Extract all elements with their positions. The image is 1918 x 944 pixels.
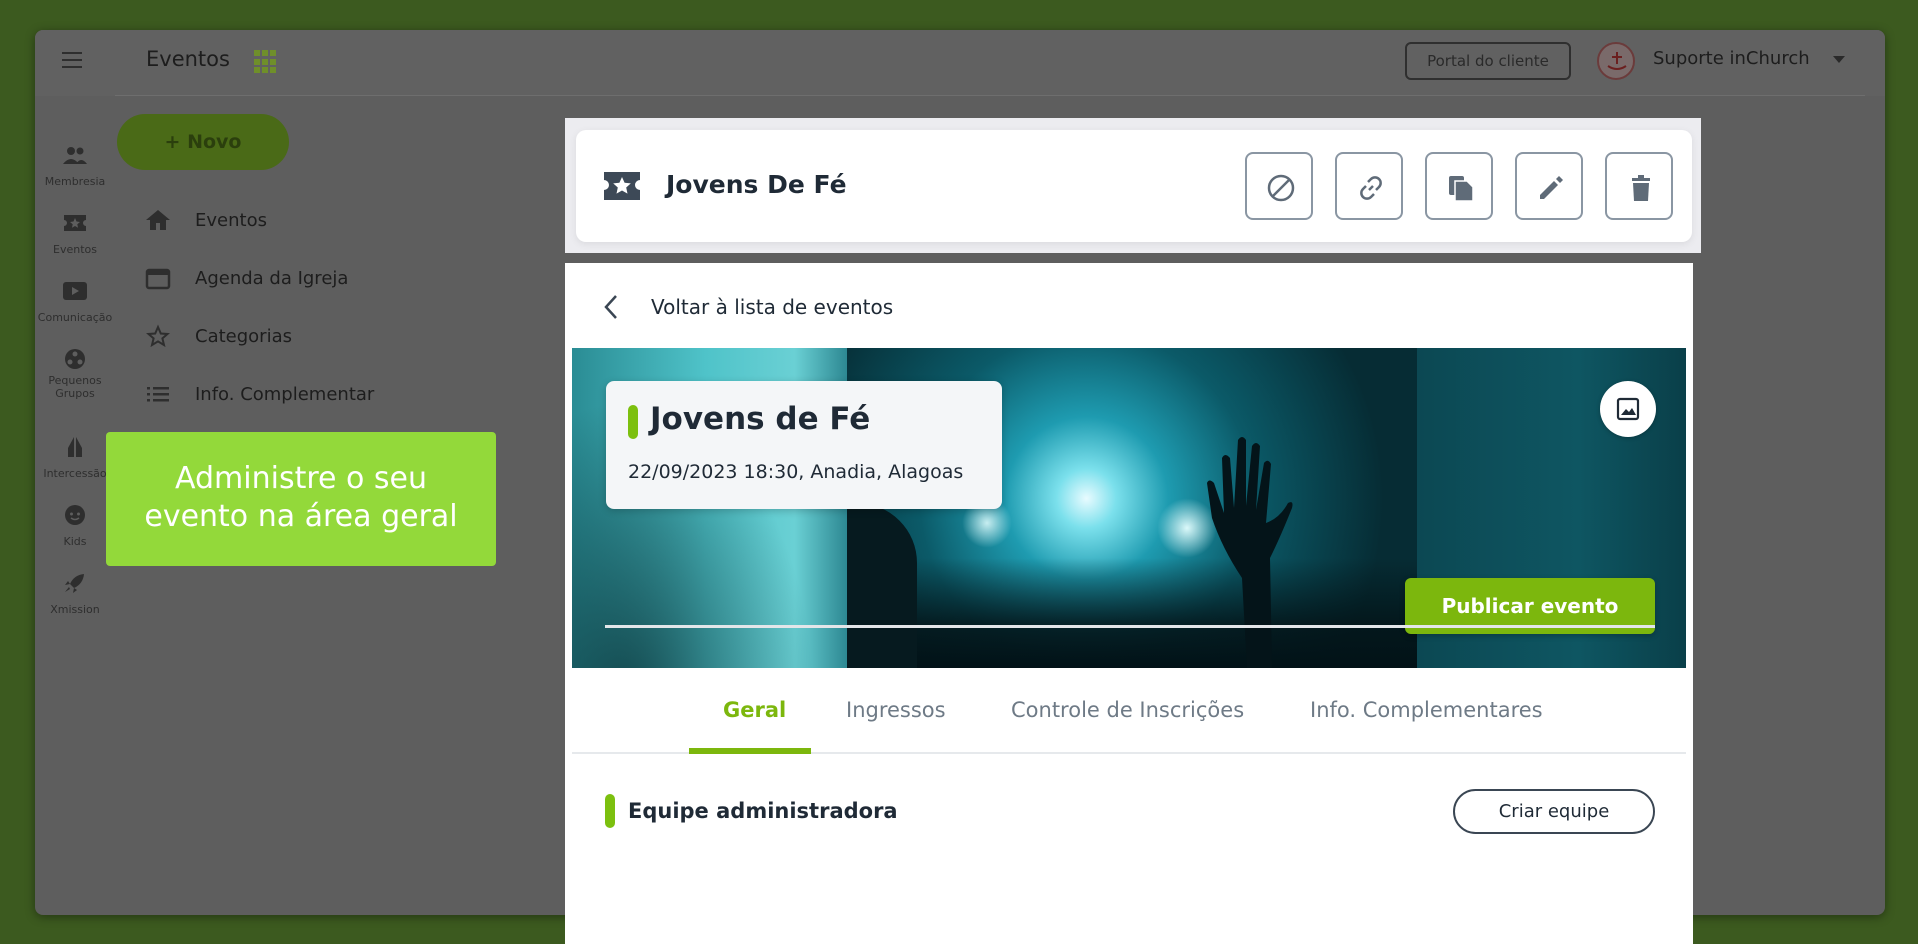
copy-button[interactable] — [1425, 152, 1493, 220]
sidebar-item-categorias[interactable]: Categorias — [145, 314, 445, 372]
event-detail-panel: Voltar à lista de eventos Jovens de Fé 2… — [565, 263, 1693, 944]
accent-bar — [628, 405, 638, 439]
rail-item-xmission[interactable]: Xmission — [35, 572, 115, 617]
tab-geral[interactable]: Geral — [723, 698, 786, 722]
admin-team-section: Equipe administradora Criar equipe — [572, 754, 1686, 864]
ticket-icon — [64, 215, 86, 231]
rail-item-eventos[interactable]: Eventos — [35, 212, 115, 257]
home-icon — [146, 210, 170, 230]
copy-icon — [1449, 176, 1474, 202]
delete-button[interactable] — [1605, 152, 1673, 220]
divider — [115, 95, 1865, 96]
event-name: Jovens De Fé — [666, 170, 847, 199]
chevron-down-icon[interactable] — [1833, 56, 1845, 63]
icon-rail: Membresia Eventos Comunicação Pequenos G… — [35, 96, 115, 915]
chevron-left-icon[interactable] — [602, 294, 620, 320]
org-avatar[interactable] — [1597, 42, 1635, 80]
kid-face-icon — [65, 505, 85, 525]
calendar-icon — [145, 268, 171, 290]
rail-label: Membresia — [44, 175, 106, 188]
event-banner: Jovens de Fé 22/09/2023 18:30, Anadia, A… — [572, 348, 1686, 668]
top-bar: Eventos Portal do cliente Suporte inChur… — [35, 30, 1885, 96]
event-detail-content: Voltar à lista de eventos Jovens de Fé 2… — [572, 263, 1686, 944]
star-icon — [146, 324, 170, 348]
sidebar-item-label: Agenda da Igreja — [195, 268, 349, 289]
raised-hand-silhouette — [1207, 437, 1293, 668]
section-title: Equipe administradora — [628, 799, 898, 823]
event-date-location: 22/09/2023 18:30, Anadia, Alagoas — [628, 461, 964, 483]
onboarding-tooltip: Administre o seu evento na área geral — [106, 432, 496, 566]
sidebar-item-label: Eventos — [195, 210, 267, 231]
accent-bar — [605, 794, 615, 828]
rail-label: Comunicação — [37, 311, 113, 324]
back-row: Voltar à lista de eventos — [572, 263, 1686, 348]
crowd-silhouette — [847, 558, 1417, 668]
video-icon — [63, 282, 87, 300]
image-icon — [1616, 397, 1640, 421]
event-title: Jovens de Fé — [650, 401, 871, 437]
event-header-card: Jovens De Fé — [576, 130, 1692, 242]
rail-item-pequenos-grupos[interactable]: Pequenos Grupos — [35, 348, 115, 400]
sidebar-item-info-complementar[interactable]: Info. Complementar — [145, 372, 445, 430]
event-tabs: Geral Ingressos Controle de Inscrições I… — [572, 668, 1686, 754]
sidebar-item-label: Categorias — [195, 326, 292, 347]
link-icon — [1360, 176, 1382, 200]
tooltip-line: evento na área geral — [144, 499, 458, 534]
sidebar-item-agenda[interactable]: Agenda da Igreja — [145, 256, 445, 314]
church-logo-icon — [1607, 52, 1627, 70]
portal-button[interactable]: Portal do cliente — [1405, 42, 1571, 80]
edit-button[interactable] — [1515, 152, 1583, 220]
back-link[interactable]: Voltar à lista de eventos — [651, 295, 893, 319]
ticket-icon — [604, 172, 640, 200]
groups-icon — [65, 349, 85, 369]
disable-icon — [1267, 174, 1295, 202]
app-title: Eventos — [146, 47, 230, 71]
new-button[interactable]: + Novo — [117, 114, 289, 170]
sidebar-nav: Eventos Agenda da Igreja Categorias Info… — [145, 198, 445, 430]
event-title-card: Jovens de Fé 22/09/2023 18:30, Anadia, A… — [606, 381, 1002, 509]
sidebar-item-eventos[interactable]: Eventos — [145, 198, 445, 256]
rail-label: Eventos — [53, 243, 97, 256]
rail-label: Kids — [63, 535, 87, 548]
rail-label: Pequenos Grupos — [48, 374, 102, 400]
members-icon — [63, 147, 87, 164]
list-icon — [147, 387, 169, 402]
disable-button[interactable] — [1245, 152, 1313, 220]
sidebar-item-label: Info. Complementar — [195, 384, 375, 405]
menu-icon[interactable] — [62, 52, 82, 68]
rail-item-comunicacao[interactable]: Comunicação — [35, 280, 115, 325]
rail-item-kids[interactable]: Kids — [35, 504, 115, 549]
rail-item-membresia[interactable]: Membresia — [35, 144, 115, 189]
tab-ingressos[interactable]: Ingressos — [846, 698, 946, 722]
tooltip-line: Administre o seu — [175, 461, 427, 496]
rail-item-intercessao[interactable]: Intercessão — [35, 436, 115, 481]
rail-label: Intercessão — [43, 467, 107, 480]
praying-hands-icon — [68, 437, 82, 457]
divider — [605, 625, 1655, 628]
org-name[interactable]: Suporte inChurch — [1653, 48, 1810, 69]
link-button[interactable] — [1335, 152, 1403, 220]
delete-icon — [1632, 175, 1650, 201]
apps-grid-icon[interactable] — [254, 50, 278, 74]
rail-label: Xmission — [50, 603, 100, 616]
rocket-icon — [65, 574, 84, 593]
tab-info-complementares[interactable]: Info. Complementares — [1310, 698, 1543, 722]
create-team-button[interactable]: Criar equipe — [1453, 789, 1655, 834]
change-image-button[interactable] — [1600, 381, 1656, 437]
edit-icon — [1540, 176, 1563, 199]
tab-controle-inscricoes[interactable]: Controle de Inscrições — [1011, 698, 1244, 722]
